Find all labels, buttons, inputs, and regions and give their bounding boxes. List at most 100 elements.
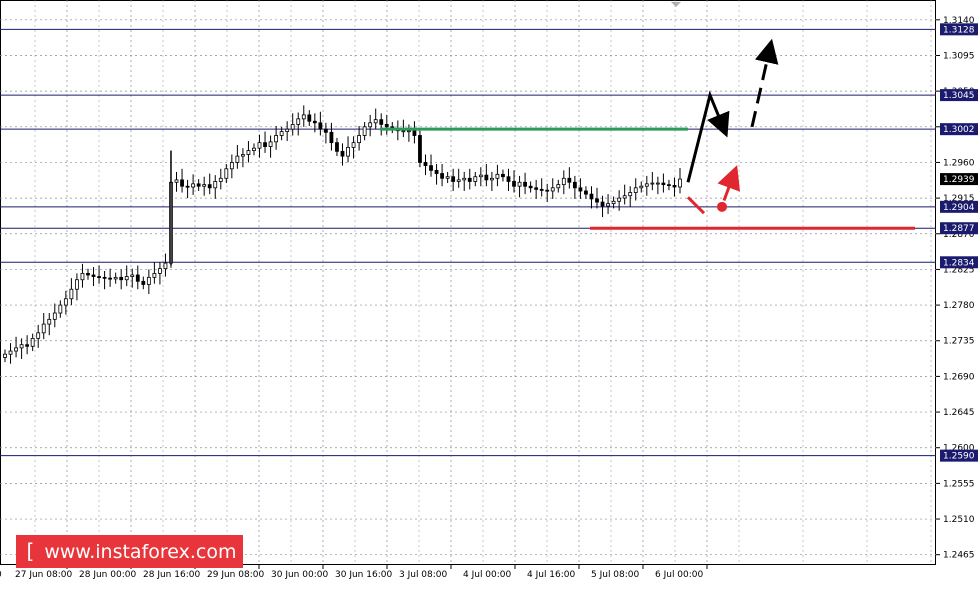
x-tick-label: 4 Jul 16:00	[527, 570, 576, 580]
candle-body	[113, 276, 118, 280]
candle-body	[30, 337, 35, 347]
y-tick-label: 1.2960	[943, 158, 975, 168]
candle-body	[517, 181, 522, 187]
candle-body	[667, 184, 671, 187]
candle-body	[318, 122, 323, 130]
candle-body	[180, 179, 184, 187]
watermark-close-bracket: ]	[125, 573, 134, 597]
candle-body	[312, 120, 317, 124]
candle-body	[185, 185, 190, 188]
candle-body	[678, 178, 682, 188]
candle-body	[207, 184, 212, 189]
candle-body	[152, 272, 157, 278]
candle-body	[324, 128, 328, 133]
candle-body	[489, 177, 494, 181]
level-label: 1.3128	[943, 25, 975, 35]
candle-body	[329, 131, 334, 144]
candle-body	[401, 130, 406, 133]
candle-body	[196, 183, 201, 187]
candle-body	[279, 131, 284, 136]
candle-body	[423, 162, 428, 167]
y-axis: 1.31401.30951.30501.30051.29601.29151.28…	[936, 16, 978, 561]
watermark-open-bracket: [	[26, 539, 35, 563]
candle-body	[3, 353, 7, 358]
candle-body	[484, 174, 489, 181]
candle-body	[467, 177, 472, 182]
x-tick-label: 29 Jun 08:00	[207, 570, 264, 580]
candle-body	[124, 276, 129, 281]
candle-body	[52, 312, 57, 320]
forecast-red-dot	[717, 201, 727, 212]
candle-body	[368, 122, 373, 128]
candle-body	[19, 344, 24, 349]
candle-body	[163, 262, 168, 270]
y-tick-label: 1.2510	[943, 515, 975, 525]
candle-body	[252, 147, 256, 151]
candle-body	[578, 187, 583, 192]
candle-body	[141, 280, 146, 285]
current-price-label: 1.2939	[943, 175, 975, 185]
candle-body	[501, 173, 505, 178]
candle-body	[307, 114, 312, 122]
candle-body	[91, 274, 96, 277]
y-tick-label: 1.2735	[943, 337, 975, 347]
candle-body	[130, 274, 135, 277]
candle-body	[412, 130, 417, 136]
candle-body	[672, 185, 677, 188]
candle-body	[268, 141, 273, 147]
level-label: 1.3045	[943, 91, 975, 101]
candle-body	[241, 154, 245, 157]
candle-body	[506, 176, 511, 182]
candle-body	[158, 268, 162, 274]
candle-body	[650, 182, 655, 185]
candle-body	[296, 118, 301, 125]
candle-body	[478, 174, 483, 178]
candle-body	[512, 181, 516, 187]
candle-body	[246, 150, 251, 155]
candle-body	[14, 347, 18, 352]
x-tick-label: 3 Jul 08:00	[399, 570, 448, 580]
candle-body	[661, 182, 666, 186]
y-tick-label: 1.2690	[943, 372, 975, 382]
candle-body	[406, 130, 411, 133]
price-chart: 1.31401.30951.30501.30051.29601.29151.28…	[0, 0, 978, 580]
x-tick-label: 30 Jun 00:00	[271, 570, 328, 580]
x-tick-label: 6 Jul 00:00	[655, 570, 704, 580]
candle-body	[36, 332, 41, 339]
candle-body	[47, 318, 52, 325]
candle-body	[63, 298, 68, 306]
y-tick-label: 1.2555	[943, 479, 975, 489]
candle-body	[41, 323, 46, 334]
candle-body	[285, 128, 290, 132]
candle-body	[224, 168, 229, 179]
candle-body	[440, 173, 444, 179]
candle-body	[606, 203, 610, 207]
candle-body	[622, 195, 627, 199]
candle-body	[584, 190, 588, 195]
candle-body	[639, 185, 644, 189]
candle-body	[429, 165, 433, 171]
x-tick-label: 4 Jul 00:00	[463, 570, 512, 580]
watermark-text: www.instaforex.com	[44, 541, 237, 563]
candle-body	[218, 177, 223, 182]
candle-body	[373, 119, 378, 124]
candle-body	[80, 272, 85, 281]
candle-body	[655, 182, 660, 185]
candle-body	[202, 184, 207, 187]
x-tick-label: 28 Jun 16:00	[143, 570, 200, 580]
level-label: 1.2834	[943, 258, 975, 268]
candle-body	[108, 277, 113, 280]
candle-body	[379, 119, 384, 125]
candle-body	[528, 185, 533, 189]
candle-body	[445, 176, 450, 179]
candle-body	[102, 276, 107, 279]
candle-body	[434, 169, 439, 174]
x-tick-label: 5 Jul 08:00	[591, 570, 640, 580]
candle-body	[362, 126, 367, 136]
candle-body	[257, 142, 262, 149]
y-tick-label: 1.2780	[943, 301, 975, 311]
candle-body	[58, 304, 63, 314]
candle-body	[589, 193, 594, 200]
candle-body	[473, 176, 478, 182]
candle-body	[633, 187, 638, 193]
